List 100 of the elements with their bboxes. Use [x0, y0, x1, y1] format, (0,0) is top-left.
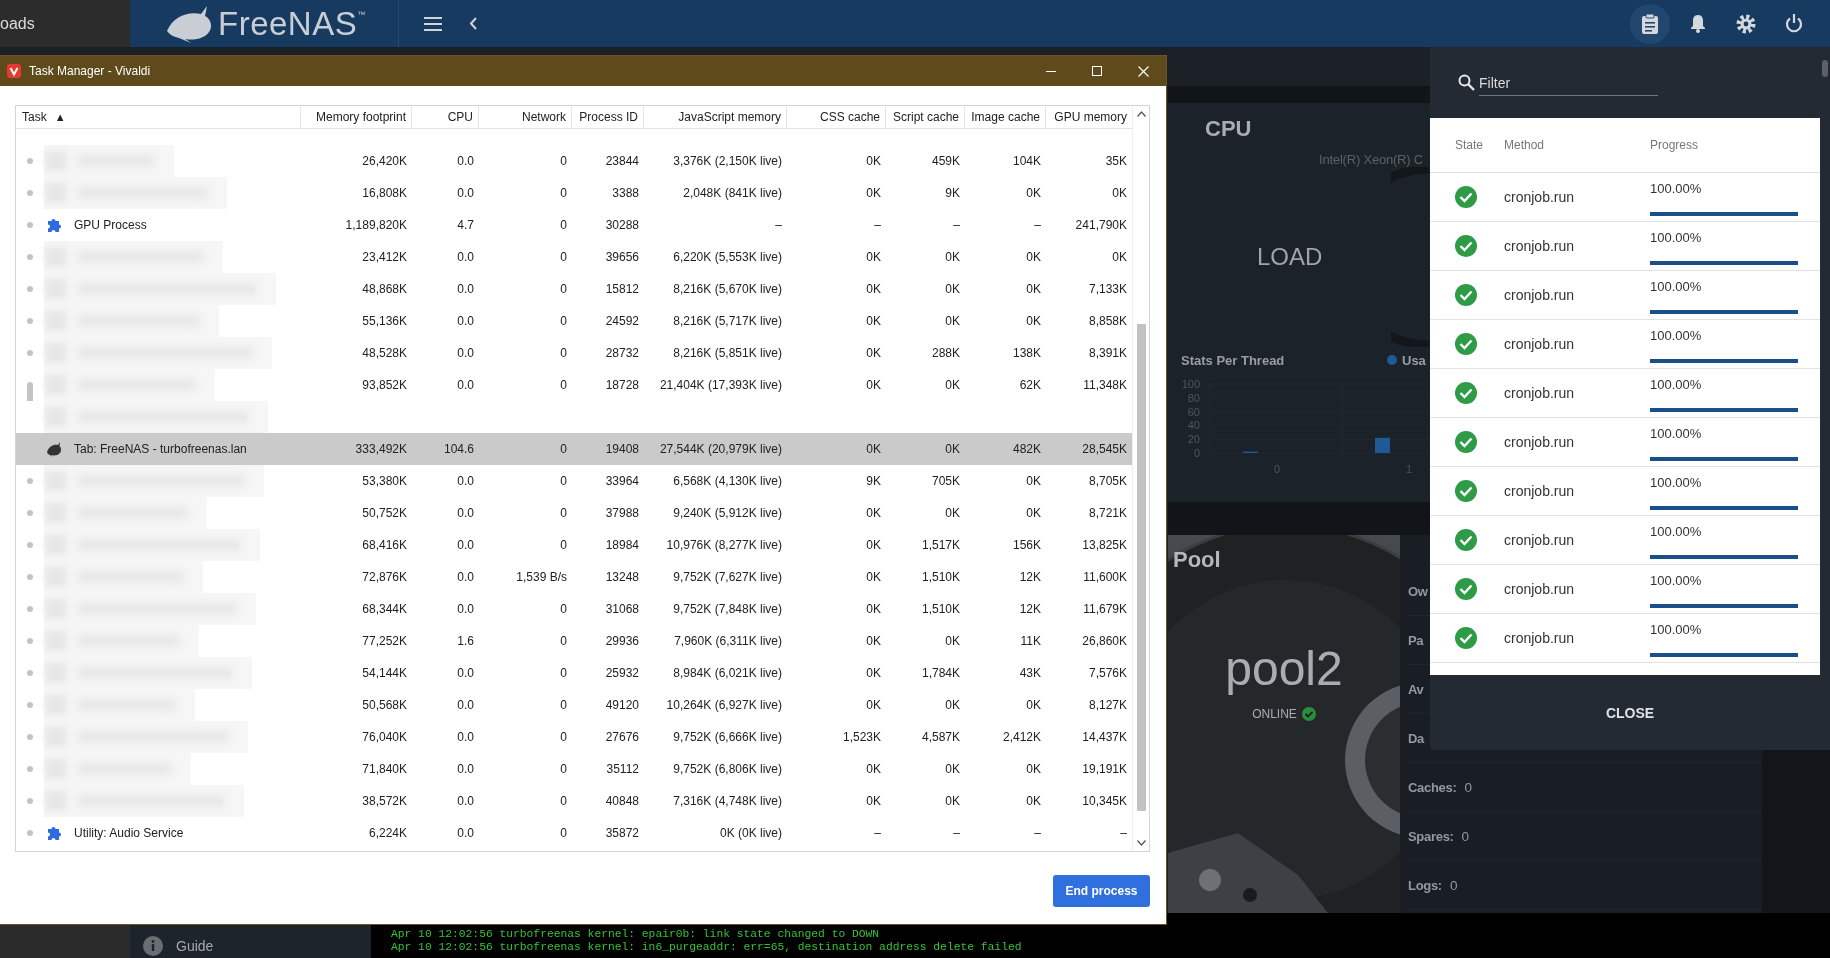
table-cell-text: 0K	[865, 378, 882, 392]
table-cell-text: 0K	[1025, 698, 1042, 712]
table-cell-text: 0	[559, 186, 568, 200]
progress-text: 100.00%	[1650, 278, 1703, 294]
table-cell-text: 0.0	[456, 698, 475, 712]
process-row[interactable]: 38,572K 0.0 0 40848 7,316K (4,748K live) 0K 0K 0K 10,345K	[16, 785, 1132, 817]
table-cell-text: 1,510K	[920, 602, 961, 616]
table-cell-text: 11K	[1019, 634, 1042, 648]
sidebar-label[interactable]: oads	[0, 14, 35, 33]
process-row[interactable]: 26,420K 0.0 0 23844 3,376K (2,150K live) 0K 459K 104K 35K	[16, 145, 1132, 177]
table-cell-text: 27,544K (20,979K live)	[658, 442, 783, 456]
column-header[interactable]: Image cache	[965, 106, 1046, 128]
pool-name: pool2	[1225, 641, 1343, 697]
table-cell-text: 241,790K	[1074, 218, 1128, 232]
job-method: cronjob.run	[1504, 630, 1576, 646]
column-header[interactable]: Script cache	[886, 106, 965, 128]
cpu-model-text: Intel(R) Xeon(R) C	[1319, 151, 1424, 169]
task-name: GPU Process	[74, 218, 147, 232]
table-cell-text: 0.0	[456, 250, 475, 264]
table-cell-text: 0K	[944, 506, 961, 520]
process-row[interactable]: GPU Process 1,189,820K 4.7 0 30288 – – – – 241,790K	[16, 209, 1132, 241]
process-row[interactable]: 68,344K 0.0 0 31068 9,752K (7,848K live) 0K 1,510K 12K 11,679K	[16, 593, 1132, 625]
logo-text: FreeNAS$^{™}$	[218, 4, 366, 43]
detail-label: Ow	[1408, 583, 1428, 599]
table-cell-text: 0K	[865, 666, 882, 680]
column-header[interactable]: JavaScript memory	[644, 106, 787, 128]
table-cell-text: 0	[559, 378, 568, 392]
table-cell-text: 21,404K (17,393K live)	[658, 378, 783, 392]
process-row[interactable]: 77,252K 1.6 0 29936 7,960K (6,311K live) 0K 0K 11K 26,860K	[16, 625, 1132, 657]
column-header[interactable]: Task ▲	[16, 106, 301, 128]
scroll-down-icon	[1136, 840, 1146, 846]
table-cell-text: 71,840K	[361, 762, 408, 776]
table-cell-text: 53,380K	[361, 474, 408, 488]
jobs-button[interactable]	[1630, 3, 1670, 44]
table-cell-text: 23844	[604, 154, 640, 168]
table-cell-text: 50,568K	[361, 698, 408, 712]
process-row[interactable]: 68,416K 0.0 0 18984 10,976K (8,277K live) 0K 1,517K 156K 13,825K	[16, 529, 1132, 561]
table-cell-text: 12K	[1018, 570, 1042, 584]
process-row[interactable]: 48,528K 0.0 0 28732 8,216K (5,851K live) 0K 288K 138K 8,391K	[16, 337, 1132, 369]
scrollbar[interactable]	[1132, 106, 1149, 851]
detail-value: 0	[1464, 779, 1472, 795]
process-row[interactable]: 71,840K 0.0 0 35112 9,752K (6,806K live) 0K 0K 0K 19,191K	[16, 753, 1132, 785]
legend-label: Usa	[1402, 352, 1426, 368]
process-row[interactable]: 48,868K 0.0 0 15812 8,216K (5,670K live) 0K 0K 0K 7,133K	[16, 273, 1132, 305]
process-row[interactable]: 54,144K 0.0 0 25932 8,984K (6,021K live) 0K 1,784K 43K 7,576K	[16, 657, 1132, 689]
status-label: ONLINE	[1252, 707, 1297, 721]
job-method: cronjob.run	[1504, 532, 1576, 548]
table-cell-text: 26,860K	[1081, 634, 1128, 648]
search-icon	[1458, 74, 1475, 91]
table-cell-text: 0	[559, 538, 568, 552]
column-header[interactable]: CPU	[412, 106, 479, 128]
table-cell-text: 0.0	[456, 826, 475, 840]
table-cell-text: 28732	[604, 346, 640, 360]
process-row[interactable]: Utility: Audio Service 6,224K 0.0 0 35872 0K (0K live) – – – –	[16, 817, 1132, 849]
row-dot	[27, 574, 33, 580]
row-dot	[27, 670, 33, 676]
detail-label: Spares:	[1408, 828, 1454, 844]
table-cell-text: 0K	[865, 314, 882, 328]
scrollbar-thumb[interactable]	[1136, 324, 1146, 811]
column-header[interactable]: Network	[479, 106, 572, 128]
job-method: cronjob.run	[1504, 483, 1576, 499]
filter-field[interactable]: Filter	[1479, 75, 1658, 96]
row-dot	[27, 510, 33, 516]
process-row[interactable]: 16,808K 0.0 0 3388 2,048K (841K live) 0K 9K 0K 0K	[16, 177, 1132, 209]
process-row[interactable]: 50,568K 0.0 0 49120 10,264K (6,927K live) 0K 0K 0K 8,127K	[16, 689, 1132, 721]
end-process-button[interactable]: End process	[1053, 875, 1150, 907]
table-cell-text: –	[1033, 826, 1042, 840]
column-header[interactable]: CSS cache	[787, 106, 886, 128]
process-row[interactable]: 72,876K 0.0 1,539 B/s 13248 9,752K (7,627K live) 0K 1,510K 12K 11,600K	[16, 561, 1132, 593]
table-cell-text: 0.0	[456, 154, 475, 168]
table-cell-text: 33964	[604, 474, 640, 488]
column-header[interactable]: Process ID	[572, 106, 644, 128]
row-dot	[27, 702, 33, 708]
detail-label: Logs:	[1408, 877, 1442, 893]
column-header[interactable]: GPU memory	[1046, 106, 1132, 128]
process-row[interactable]: 23,412K 0.0 0 39656 6,220K (5,553K live) 0K 0K 0K 0K	[16, 241, 1132, 273]
table-cell-text: 14,437K	[1081, 730, 1128, 744]
table-cell-text: 19,191K	[1081, 762, 1128, 776]
table-cell-text: 1,539 B/s	[515, 570, 568, 584]
table-cell-text: 288K	[930, 346, 961, 360]
app-logo-icon	[7, 64, 21, 78]
column-header[interactable]: Memory footprint	[301, 106, 412, 128]
process-row[interactable]: 93,852K 0.0 0 18728 21,404K (17,393K live) 0K 0K 62K 11,348K	[16, 369, 1132, 401]
task-name: Utility: Audio Service	[74, 826, 184, 840]
process-row[interactable]: Tab: FreeNAS - turbofreenas.lan 333,492K 104.6 0 19408 27,544K (20,979K live) 0K 0K 482K 28,545K	[16, 433, 1132, 465]
table-cell-text: 6,224K	[367, 826, 408, 840]
scrollbar-thumb[interactable]	[1822, 60, 1828, 77]
process-row[interactable]: 50,752K 0.0 0 37988 9,240K (5,912K live) 0K 0K 0K 8,721K	[16, 497, 1132, 529]
close-button[interactable]: CLOSE	[1595, 698, 1665, 727]
table-cell-text: 4.7	[456, 218, 475, 232]
table-cell-text: 0.0	[456, 186, 475, 200]
process-row[interactable]: 55,136K 0.0 0 24592 8,216K (5,717K live) 0K 0K 0K 8,858K	[16, 305, 1132, 337]
sidebar-item[interactable]: Guide	[176, 938, 214, 954]
table-cell-text: 0K	[1025, 186, 1042, 200]
table-cell-text: 68,416K	[361, 538, 408, 552]
table-cell-text: 0K	[865, 506, 882, 520]
scroll-up-icon	[1136, 111, 1146, 117]
row-dot	[27, 766, 33, 772]
process-row[interactable]: 53,380K 0.0 0 33964 6,568K (4,130K live) 9K 705K 0K 8,705K	[16, 465, 1132, 497]
process-row[interactable]: 76,040K 0.0 0 27676 9,752K (6,666K live) 1,523K 4,587K 2,412K 14,437K	[16, 721, 1132, 753]
